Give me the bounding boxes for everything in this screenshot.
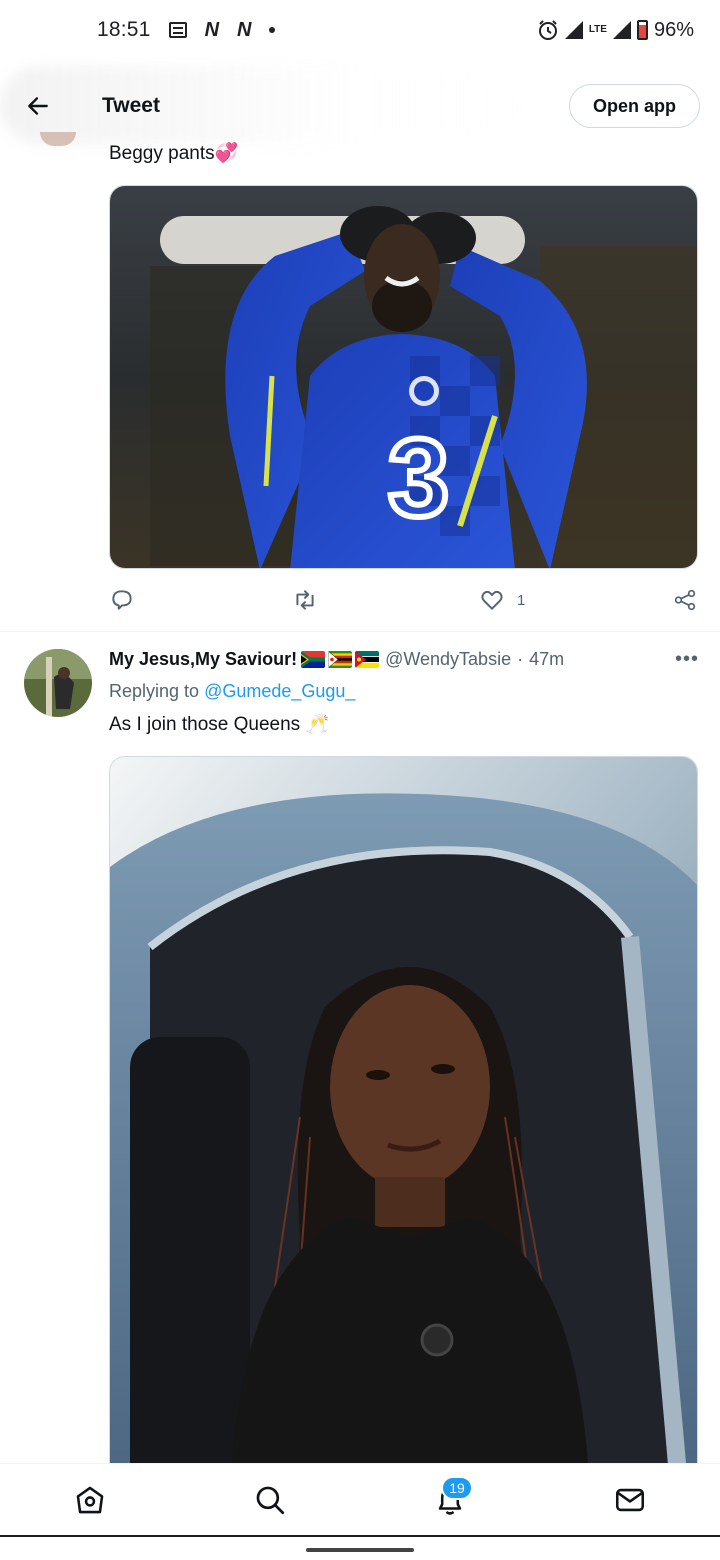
tweet-image[interactable] — [109, 756, 698, 1496]
home-icon — [76, 1486, 104, 1513]
system-nav-divider — [0, 1535, 720, 1537]
share-button[interactable] — [672, 583, 698, 617]
search-icon — [256, 1486, 285, 1514]
tweet-actions: 1 — [109, 583, 698, 617]
messages-icon — [615, 1488, 645, 1511]
top-app-bar: Tweet Open app — [0, 62, 720, 150]
nav-messages[interactable] — [600, 1470, 660, 1530]
signal-icon — [564, 21, 583, 39]
zimbabwe-flag-icon — [328, 651, 353, 668]
more-options-icon[interactable]: ••• — [675, 648, 699, 671]
signal-icon — [612, 21, 631, 39]
status-bar: 18:51 N N LTE 96% — [0, 0, 720, 60]
like-button[interactable]: 1 — [479, 583, 525, 617]
retweet-icon — [296, 590, 314, 610]
battery-icon — [636, 20, 648, 40]
n-app-icon: N — [204, 18, 220, 41]
south-africa-flag-icon — [301, 651, 326, 668]
back-arrow-icon — [28, 97, 48, 115]
mozambique-flag-icon — [355, 651, 380, 668]
battery-percent: 96% — [653, 18, 694, 41]
separator: · — [517, 649, 524, 669]
nav-search[interactable] — [240, 1470, 300, 1530]
notification-box-icon — [168, 22, 187, 38]
open-app-button[interactable]: Open app — [568, 84, 700, 128]
flags — [301, 651, 380, 668]
heart-icon — [481, 590, 503, 610]
alarm-icon — [538, 20, 557, 40]
replying-prefix: Replying to — [109, 681, 205, 701]
tweet-image[interactable]: 3 — [109, 185, 698, 569]
replying-to: Replying to @Gumede_Gugu_ — [109, 681, 355, 702]
retweet-button[interactable] — [291, 583, 319, 617]
notifications-badge: 19 — [441, 1475, 473, 1500]
home-indicator[interactable] — [306, 1548, 414, 1552]
like-count: 1 — [517, 591, 526, 609]
tweet-text: Beggy pants💞 — [109, 143, 239, 164]
reply-handle-link[interactable]: @Gumede_Gugu_ — [204, 681, 355, 701]
bottom-navigation: 19 — [0, 1463, 720, 1535]
nav-home[interactable] — [60, 1470, 120, 1530]
reply-icon — [112, 590, 132, 610]
nav-notifications[interactable]: 19 — [420, 1470, 480, 1530]
tweet-header: My Jesus,My Saviour! @WendyTabsie · 47m … — [109, 648, 699, 671]
share-icon — [674, 589, 696, 611]
network-type: LTE — [588, 24, 607, 35]
dot-icon — [269, 27, 276, 33]
tweet-text: As I join those Queens 🥂 — [109, 714, 330, 735]
reply-button[interactable] — [109, 583, 135, 617]
n-app-icon: N — [237, 18, 252, 41]
divider — [0, 631, 720, 632]
display-name[interactable]: My Jesus,My Saviour! — [109, 649, 297, 670]
avatar[interactable] — [24, 649, 92, 717]
status-time: 18:51 — [97, 18, 151, 41]
svg-text:3: 3 — [388, 417, 449, 540]
tweet-time[interactable]: 47m — [529, 649, 564, 670]
handle[interactable]: @WendyTabsie — [385, 649, 511, 670]
back-button[interactable] — [20, 88, 56, 124]
page-title: Tweet — [102, 94, 160, 117]
